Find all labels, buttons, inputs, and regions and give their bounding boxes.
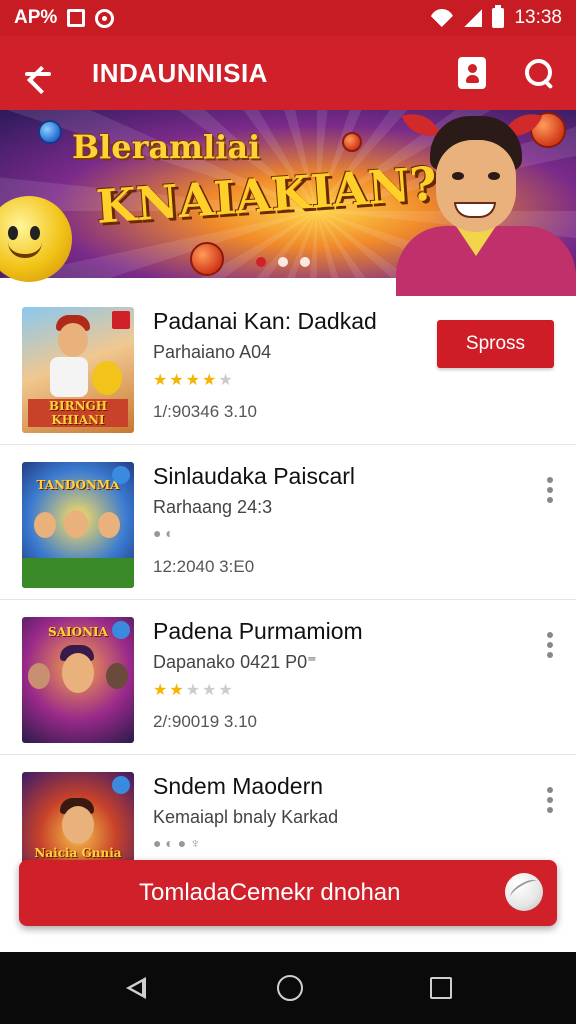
star-icon: ★ [153,372,168,389]
thumbnail-character [62,653,94,693]
nav-recents-icon[interactable] [430,977,453,999]
item-subtitle: Parhaiano A04 [153,342,272,362]
back-arrow-icon[interactable] [22,56,56,90]
mascot-eye [8,226,18,240]
more-options-icon[interactable] [540,785,560,815]
more-options-icon[interactable] [540,475,560,505]
game-thumbnail[interactable]: SAIONIA [22,617,134,743]
banner-dot[interactable] [278,257,288,267]
thumbnail-character [98,512,120,538]
star-icon: ★ [185,682,201,699]
nav-home-icon[interactable] [276,975,303,1001]
mascot-eye [30,226,40,240]
signal-icon [464,9,483,27]
thumbnail-badge-icon [112,776,130,794]
list-item[interactable]: SAIONIA Padena Purmamiom Dapanako 0421 P… [0,600,576,755]
thumbnail-ground [22,558,134,588]
star-icon: ★ [218,372,233,389]
item-subtitle: Rarhaang 24:3 [153,497,273,517]
item-meta: 1/:90346 3.10 [153,402,257,421]
item-subtitle: Dapanako 0421 P0⁼ [153,652,317,672]
status-bar: AP% 13:38 [0,0,576,36]
game-thumbnail[interactable]: BIRNGH KHIANI [22,307,134,433]
system-nav-bar [0,952,576,1024]
cta-label: TomladaCemekr dnohan [139,879,401,906]
thumbnail-character [92,361,122,395]
status-text: AP% [14,7,58,28]
item-title: Padanai Kan: Dadkad [153,308,377,334]
item-title: Sinlaudaka Paiscarl [153,463,356,489]
item-title: Padena Purmamiom [153,618,363,644]
profile-icon[interactable] [458,57,486,89]
search-icon[interactable] [524,58,554,88]
wifi-icon [430,9,455,27]
thumbnail-character [28,663,50,689]
nav-back-icon[interactable] [124,975,150,1001]
item-meta: 12:2040 3:E0 [153,557,255,576]
hero-eye [488,172,500,180]
star-icon: ★ [202,372,217,389]
hero-eye [452,172,464,180]
banner-pagination [256,257,310,267]
item-action-button[interactable]: Spross [437,320,554,368]
status-right: 13:38 [430,5,562,29]
battery-icon [492,5,505,28]
item-title: Sndem Maodern [153,773,324,799]
app-actions [458,57,554,89]
thumbnail-title: Naicia Gnnia [34,846,122,860]
notification-square-icon [67,9,86,27]
thumbnail-shirt [50,357,88,397]
screen: AP% 13:38 INDAUNNISIA Bleramliai KNAIAKI… [0,0,576,1024]
item-status-icons: ● ◐ [153,525,174,541]
ball-icon [505,873,543,911]
game-thumbnail[interactable]: TANDONMA [22,462,134,588]
banner-hero [396,105,576,296]
item-subtitle: Kemaiapl bnaly Karkad [153,807,339,827]
banner-dot[interactable] [300,257,310,267]
banner-coin [190,242,224,276]
game-list: BIRNGH KHIANI Padanai Kan: Dadkad Parhai… [0,290,576,910]
star-icon: ★ [169,372,184,389]
banner-coin [342,132,362,152]
rating-stars: ★ ★ ★ ★ ★ [153,680,233,700]
star-icon: ★ [169,682,184,699]
app-title: INDAUNNISIA [92,57,268,88]
star-icon: ★ [185,372,201,389]
thumbnail-character [62,806,94,844]
status-time: 13:38 [514,7,562,28]
more-options-icon[interactable] [540,630,560,660]
thumbnail-character [64,510,88,538]
thumbnail-badge-icon [112,621,130,639]
thumbnail-character [34,512,56,538]
status-left: AP% [14,7,115,29]
thumbnail-character [58,323,88,357]
list-item[interactable]: BIRNGH KHIANI Padanai Kan: Dadkad Parhai… [0,290,576,445]
rating-stars: ★ ★ ★ ★ ★ [153,370,233,390]
banner-dot[interactable] [256,257,266,267]
notification-circle-icon [95,8,115,28]
thumbnail-badge-icon [112,466,130,484]
thumbnail-title: BIRNGH KHIANI [28,399,128,427]
list-item[interactable]: TANDONMA Sinlaudaka Paiscarl Rarhaang 24… [0,445,576,600]
thumbnail-badge-icon [112,311,130,329]
banner-title-line1: Bleramliai [72,128,261,166]
hero-face [436,140,516,232]
star-icon: ★ [153,682,168,699]
item-status-icons: ● ◐ ● ♆ [153,835,201,851]
thumbnail-character [106,663,128,689]
banner-coin [38,120,62,144]
bottom-cta-button[interactable]: TomladaCemekr dnohan [19,860,557,926]
star-icon: ★ [218,682,233,699]
item-meta: 2/:90019 3.10 [153,712,257,731]
app-bar: INDAUNNISIA [0,36,576,110]
star-icon: ★ [202,682,217,699]
